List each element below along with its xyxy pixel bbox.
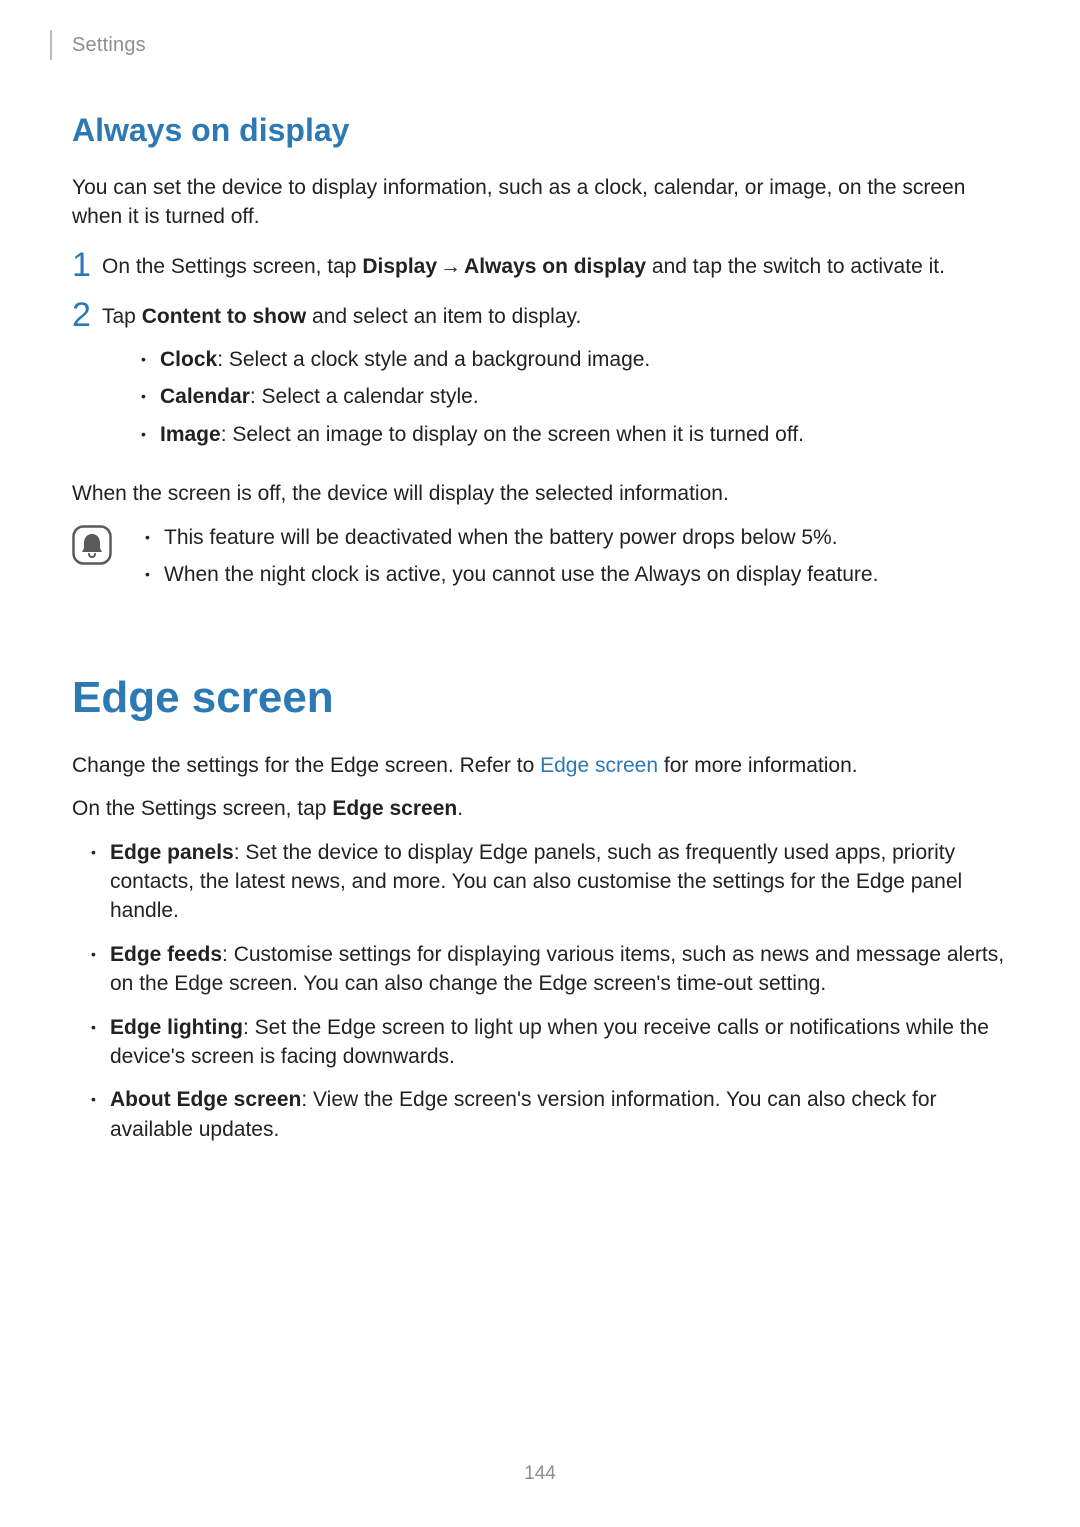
text: On the Settings screen, tap (102, 255, 362, 278)
text: . (457, 797, 463, 820)
list-item: About Edge screen: View the Edge screen'… (82, 1085, 1008, 1144)
option-desc: : Select a clock style and a background … (217, 348, 650, 371)
list-item: Edge lighting: Set the Edge screen to li… (82, 1013, 1008, 1072)
list-item: Edge feeds: Customise settings for displ… (82, 940, 1008, 999)
option-desc: : Set the device to display Edge panels,… (110, 841, 962, 923)
text: Change the settings for the Edge screen.… (72, 754, 540, 777)
option-label: About Edge screen (110, 1088, 301, 1111)
step-body: Tap Content to show and select an item t… (102, 300, 1008, 458)
text: and tap the switch to activate it. (646, 255, 945, 278)
option-label: Edge panels (110, 841, 234, 864)
list-item: Image: Select an image to display on the… (132, 420, 1008, 449)
option-label: Calendar (160, 385, 250, 408)
text: Tap (102, 305, 142, 328)
edge-tap-instruction: On the Settings screen, tap Edge screen. (72, 794, 1008, 823)
header-rule: Settings (50, 30, 1008, 60)
option-label: Image (160, 423, 221, 446)
text: On the Settings screen, tap (72, 797, 332, 820)
page-number: 144 (0, 1463, 1080, 1485)
list-item: When the night clock is active, you cann… (136, 560, 1008, 589)
text: and select an item to display. (306, 305, 581, 328)
step-number: 1 (72, 248, 102, 282)
aod-intro: You can set the device to display inform… (72, 173, 1008, 232)
arrow-icon: → (437, 255, 464, 278)
edge-intro: Change the settings for the Edge screen.… (72, 751, 1008, 780)
bold-edge-screen: Edge screen (332, 797, 457, 820)
bold-aod: Always on display (464, 255, 646, 278)
list-item: Edge panels: Set the device to display E… (82, 838, 1008, 926)
edge-options-list: Edge panels: Set the device to display E… (82, 838, 1008, 1145)
step-number: 2 (72, 298, 102, 332)
text: for more information. (658, 754, 858, 777)
edge-heading: Edge screen (72, 667, 1008, 729)
note-block: This feature will be deactivated when th… (72, 523, 1008, 598)
list-item: This feature will be deactivated when th… (136, 523, 1008, 552)
bold-display: Display (362, 255, 437, 278)
page-content: Settings Always on display You can set t… (0, 0, 1080, 1144)
aod-step-2: 2 Tap Content to show and select an item… (72, 300, 1008, 458)
note-text: When the night clock is active, you cann… (164, 563, 878, 586)
bold-content-to-show: Content to show (142, 305, 306, 328)
edge-screen-link[interactable]: Edge screen (540, 754, 658, 777)
list-item: Calendar: Select a calendar style. (132, 382, 1008, 411)
note-list: This feature will be deactivated when th… (136, 523, 1008, 598)
aod-step-1: 1 On the Settings screen, tap Display→Al… (72, 250, 1008, 282)
option-label: Edge lighting (110, 1016, 243, 1039)
aod-heading: Always on display (72, 108, 1008, 153)
list-item: Clock: Select a clock style and a backgr… (132, 345, 1008, 374)
option-desc: : Select an image to display on the scre… (221, 423, 804, 446)
option-desc: : Customise settings for displaying vari… (110, 943, 1004, 995)
note-text: This feature will be deactivated when th… (164, 526, 838, 549)
option-desc: : Select a calendar style. (250, 385, 479, 408)
option-label: Edge feeds (110, 943, 222, 966)
content-options-list: Clock: Select a clock style and a backgr… (132, 345, 1008, 449)
header-section-label: Settings (72, 31, 146, 59)
option-label: Clock (160, 348, 217, 371)
step-body: On the Settings screen, tap Display→Alwa… (102, 250, 1008, 281)
bell-note-icon (72, 525, 112, 565)
aod-after-text: When the screen is off, the device will … (72, 479, 1008, 508)
